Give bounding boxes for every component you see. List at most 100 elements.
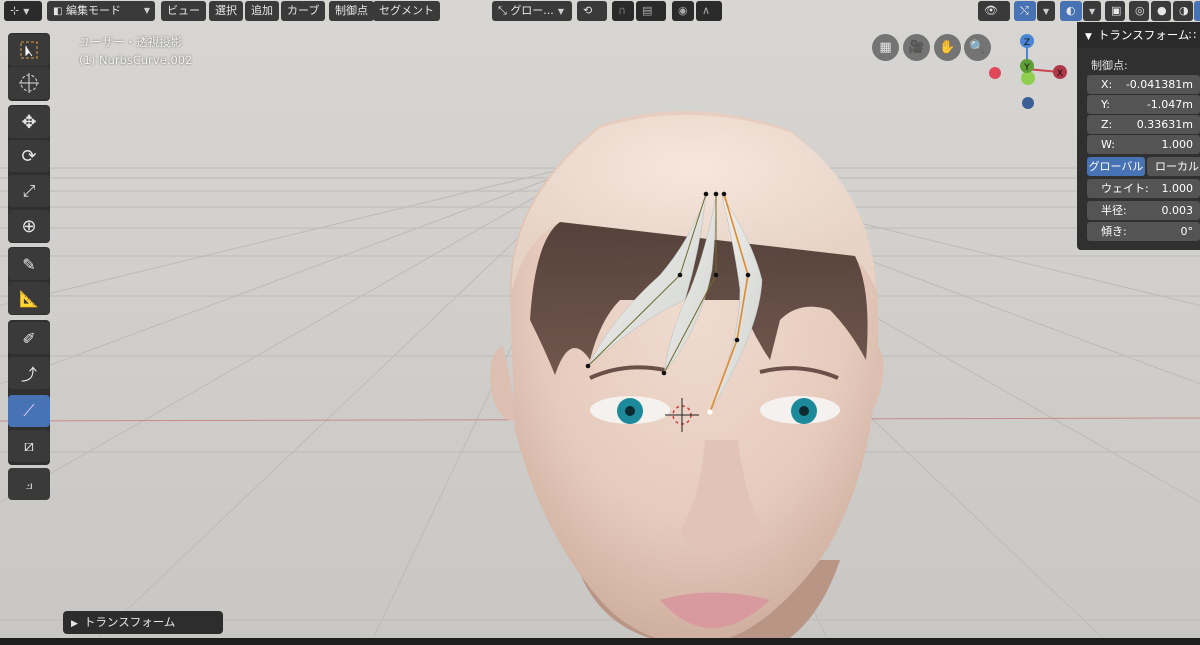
tool-move[interactable]: ✥ xyxy=(8,106,50,138)
neg-x-axis-icon xyxy=(989,67,1001,79)
cursor-icon xyxy=(19,73,39,93)
tool-measure[interactable]: 📐 xyxy=(8,282,50,314)
pivot-icon: ⟲ xyxy=(583,4,593,17)
chevron-right-icon: ▶ xyxy=(71,619,78,629)
x-field[interactable]: X: -0.041381m xyxy=(1087,75,1200,94)
z-axis-label: Z xyxy=(1024,38,1030,48)
chevron-down-icon: ▼ xyxy=(1089,7,1096,16)
tool-select-box[interactable] xyxy=(8,34,50,66)
shading-solid[interactable]: ● xyxy=(1151,1,1171,21)
annotate-icon: ✎ xyxy=(22,254,36,274)
status-bar xyxy=(0,638,1200,645)
orientation-icon: ⤡ xyxy=(498,4,507,17)
z-field[interactable]: Z: 0.33631m xyxy=(1087,115,1200,134)
xray-toggle[interactable]: ▣ xyxy=(1105,1,1125,21)
grid-icon: ▦ xyxy=(879,40,892,55)
w-field[interactable]: W: 1.000 xyxy=(1087,135,1200,154)
shading-material[interactable]: ◑ xyxy=(1173,1,1193,21)
view-name: ユーザー・透視投影 xyxy=(79,35,183,49)
menu-view[interactable]: ビュー xyxy=(161,1,206,21)
last-operator-panel[interactable]: ▶ トランスフォーム xyxy=(63,611,223,634)
falloff-curve-icon: ∧ xyxy=(702,4,711,17)
tool-rotate[interactable]: ⟳ xyxy=(8,140,50,172)
shading-wireframe[interactable]: ◎ xyxy=(1129,1,1149,21)
edit-mode-icon: ◧ xyxy=(53,6,63,17)
control-point-label: 制御点: xyxy=(1091,59,1128,72)
x-axis-label: X xyxy=(1057,69,1063,79)
extrude-icon: ⟓ xyxy=(25,474,33,493)
rotate-icon: ⟳ xyxy=(21,145,37,167)
drag-handle-icon: ∷ xyxy=(1188,28,1196,42)
menu-segments[interactable]: セグメント xyxy=(373,1,440,21)
proportional-edit-icon: ◉ xyxy=(678,4,688,17)
neg-y-axis-icon xyxy=(1021,71,1035,85)
snap-target-icon: ▤ xyxy=(642,4,653,17)
menu-select[interactable]: 選択 xyxy=(209,1,243,21)
snap-toggle[interactable]: ∩ xyxy=(612,1,634,21)
pen-icon: ⤴ xyxy=(20,365,37,384)
wireframe-sphere-icon: ◎ xyxy=(1135,4,1145,17)
local-toggle[interactable]: ローカル xyxy=(1147,157,1200,176)
tool-extrude[interactable]: ⟓ xyxy=(8,468,50,500)
gizmo-icon: ⤭ xyxy=(1020,4,1029,17)
chevron-down-icon: ▼ xyxy=(1085,32,1092,42)
radius-field[interactable]: 半径: 0.003 xyxy=(1087,201,1200,220)
pan-view-button[interactable]: ✋ xyxy=(934,34,961,61)
tool-scale[interactable]: ⤢ xyxy=(8,175,50,207)
orientation-dropdown[interactable]: ⤡ グロー... ▼ xyxy=(492,1,572,21)
draw-icon: ✐ xyxy=(22,328,36,348)
gizmo-toggle[interactable]: ⤭ xyxy=(1014,1,1036,21)
toggle-ortho-button[interactable]: ▦ xyxy=(872,34,899,61)
tool-radius[interactable]: ⧄ xyxy=(8,430,50,462)
zoom-icon: 🔍 xyxy=(969,40,986,55)
tool-draw[interactable]: ✐ xyxy=(8,322,50,354)
editor-type-button[interactable]: ⊹ ▼ xyxy=(4,1,42,21)
xray-icon: ▣ xyxy=(1111,4,1122,17)
mode-dropdown[interactable]: ◧ 編集モード ▼ xyxy=(47,1,155,21)
hand-icon: ✋ xyxy=(939,40,956,55)
3d-view-icon: ⊹ xyxy=(10,4,20,17)
tool-pen[interactable]: ⤴ xyxy=(8,357,50,389)
move-icon: ✥ xyxy=(21,111,37,133)
neg-z-axis-icon xyxy=(1022,97,1034,109)
overlay-dropdown[interactable]: ▼ xyxy=(1083,1,1101,21)
chevron-down-icon: ▼ xyxy=(1043,7,1050,16)
menu-curve[interactable]: カーブ xyxy=(281,1,326,21)
camera-view-button[interactable]: 🎥 xyxy=(903,34,930,61)
axis-gizmo[interactable]: Z Y X xyxy=(985,30,1070,115)
magnet-icon: ∩ xyxy=(618,4,627,17)
tool-tilt[interactable]: ⟋ xyxy=(8,395,50,427)
y-axis-label: Y xyxy=(1023,63,1030,73)
camera-icon: 🎥 xyxy=(908,40,925,55)
tool-cursor[interactable] xyxy=(8,67,50,99)
tilt-field[interactable]: 傾き: 0° xyxy=(1087,222,1200,241)
tool-transform[interactable]: ⊕ xyxy=(8,210,50,242)
overlay-icon: ◐ xyxy=(1066,4,1076,17)
global-toggle[interactable]: グローバル xyxy=(1087,157,1145,176)
gizmo-dropdown[interactable]: ▼ xyxy=(1037,1,1055,21)
y-field[interactable]: Y: -1.047m xyxy=(1087,95,1200,114)
viewport-header: ⊹ ▼ ◧ 編集モード ▼ ビュー 選択 追加 カーブ 制御点 セグメント ⤡ グロ… xyxy=(0,0,1200,22)
material-sphere-icon: ◑ xyxy=(1179,4,1189,17)
3d-cursor-icon xyxy=(665,398,699,432)
snap-target-dropdown[interactable]: ▤ xyxy=(636,1,666,21)
visibility-dropdown[interactable]: 👁 xyxy=(978,1,1010,21)
radius-icon: ⧄ xyxy=(23,436,35,455)
transform-icon: ⊕ xyxy=(21,215,37,237)
weight-field[interactable]: ウェイト: 1.000 xyxy=(1087,179,1200,198)
tool-annotate[interactable]: ✎ xyxy=(8,248,50,280)
shading-rendered[interactable] xyxy=(1194,1,1200,21)
scale-icon: ⤢ xyxy=(22,181,36,200)
select-box-icon xyxy=(20,41,38,59)
panel-header[interactable]: ▼ トランスフォーム ∷ xyxy=(1077,22,1200,48)
measure-icon: 📐 xyxy=(19,288,39,308)
solid-sphere-icon: ● xyxy=(1157,4,1167,17)
menu-control-points[interactable]: 制御点 xyxy=(329,1,374,21)
overlay-toggle[interactable]: ◐ xyxy=(1060,1,1082,21)
menu-add[interactable]: 追加 xyxy=(245,1,279,21)
falloff-dropdown[interactable]: ∧ xyxy=(696,1,722,21)
proportional-edit-toggle[interactable]: ◉ xyxy=(672,1,694,21)
object-name: (1) NurbsCurve.002 xyxy=(79,53,193,67)
pivot-dropdown[interactable]: ⟲ xyxy=(577,1,607,21)
tilt-icon: ⟋ xyxy=(23,401,35,420)
